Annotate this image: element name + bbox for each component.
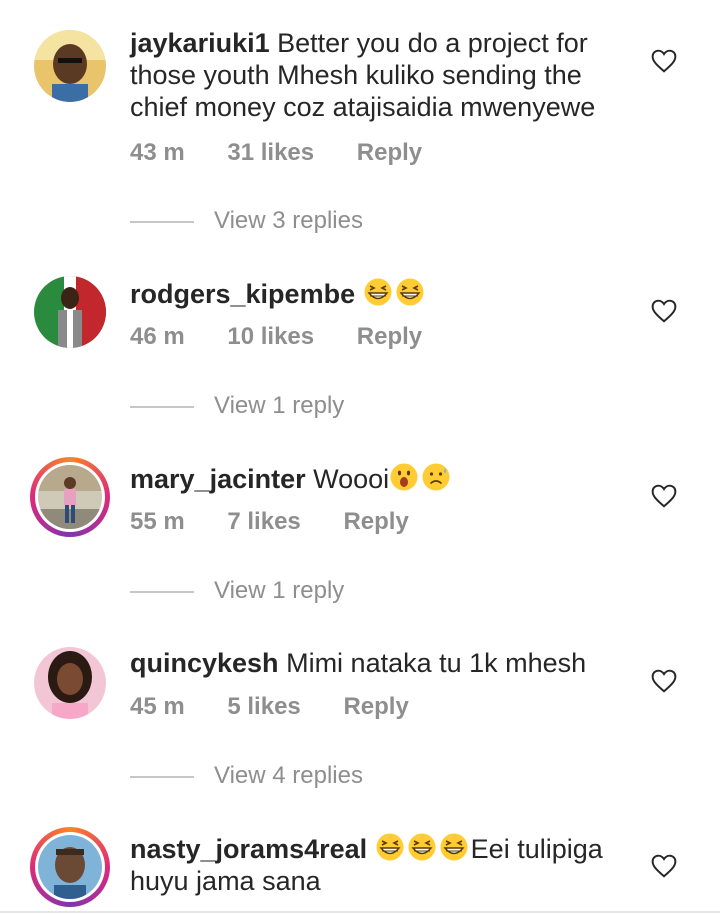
profile-photo — [34, 647, 106, 719]
comment-likes[interactable]: 7 likes — [227, 508, 300, 535]
avatar[interactable] — [30, 643, 110, 723]
reply-button[interactable]: Reply — [343, 693, 408, 720]
comment-text: mary_jacinter Woooi — [130, 462, 640, 495]
avatar[interactable] — [30, 827, 110, 907]
comment-username[interactable]: nasty_jorams4real — [130, 834, 367, 864]
reply-button[interactable]: Reply — [357, 323, 422, 350]
comment-body: Mimi nataka tu 1k mhesh — [286, 648, 587, 678]
view-replies-button[interactable]: View 1 reply — [130, 392, 344, 420]
avatar[interactable] — [30, 272, 110, 352]
grinning-squint-emoji — [375, 832, 405, 862]
comment-username[interactable]: jaykariuki1 — [130, 28, 270, 58]
comment-time: 43 m — [130, 139, 185, 166]
reply-button[interactable]: Reply — [357, 139, 422, 166]
like-heart-icon[interactable] — [651, 484, 677, 508]
comment-time: 46 m — [130, 323, 185, 350]
view-replies-label: View 1 reply — [214, 577, 345, 604]
comment-meta: 46 m 10 likes Reply — [130, 323, 458, 351]
like-heart-icon[interactable] — [651, 854, 677, 878]
comment-username[interactable]: rodgers_kipembe — [130, 279, 355, 309]
avatar[interactable] — [30, 26, 110, 106]
comment-username[interactable]: quincykesh — [130, 648, 279, 678]
comment-body: Woooi — [313, 464, 390, 494]
view-replies-label: View 4 replies — [214, 762, 363, 789]
comment-meta: 55 m 7 likes Reply — [130, 508, 445, 536]
view-replies-label: View 3 replies — [214, 207, 363, 234]
view-replies-button[interactable]: View 1 reply — [130, 577, 344, 605]
comment-username[interactable]: mary_jacinter — [130, 464, 306, 494]
replies-divider — [130, 775, 194, 778]
profile-photo — [38, 465, 102, 529]
comment-text: rodgers_kipembe — [130, 277, 640, 310]
comment-time: 55 m — [130, 508, 185, 535]
bottom-divider — [0, 911, 720, 913]
view-replies-label: View 1 reply — [214, 392, 345, 419]
comment-meta: 45 m 5 likes Reply — [130, 693, 445, 721]
profile-photo — [34, 276, 106, 348]
comment-meta: 43 m 31 likes Reply — [130, 139, 458, 167]
replies-divider — [130, 405, 194, 408]
view-replies-button[interactable]: View 4 replies — [130, 762, 363, 790]
grinning-squint-emoji — [407, 832, 437, 862]
comment-text: jaykariuki1 Better you do a project for … — [130, 27, 640, 123]
profile-photo — [34, 30, 106, 102]
comment-likes[interactable]: 5 likes — [227, 693, 300, 720]
like-heart-icon[interactable] — [651, 669, 677, 693]
frowning-sweat-emoji — [421, 462, 451, 492]
grinning-squint-emoji — [439, 832, 469, 862]
grinning-squint-emoji — [395, 277, 425, 307]
comment-time: 45 m — [130, 693, 185, 720]
view-replies-button[interactable]: View 3 replies — [130, 207, 363, 235]
comment-text: nasty_jorams4real Eei tulipiga huyu jama… — [130, 832, 640, 897]
replies-divider — [130, 590, 194, 593]
reply-button[interactable]: Reply — [343, 508, 408, 535]
avatar[interactable] — [30, 457, 110, 537]
comment-text: quincykesh Mimi nataka tu 1k mhesh — [130, 647, 640, 679]
astonished-emoji — [389, 462, 419, 492]
comment-likes[interactable]: 31 likes — [227, 139, 314, 166]
like-heart-icon[interactable] — [651, 49, 677, 73]
comment-likes[interactable]: 10 likes — [227, 323, 314, 350]
profile-photo — [38, 835, 102, 899]
grinning-squint-emoji — [363, 277, 393, 307]
replies-divider — [130, 220, 194, 223]
like-heart-icon[interactable] — [651, 299, 677, 323]
